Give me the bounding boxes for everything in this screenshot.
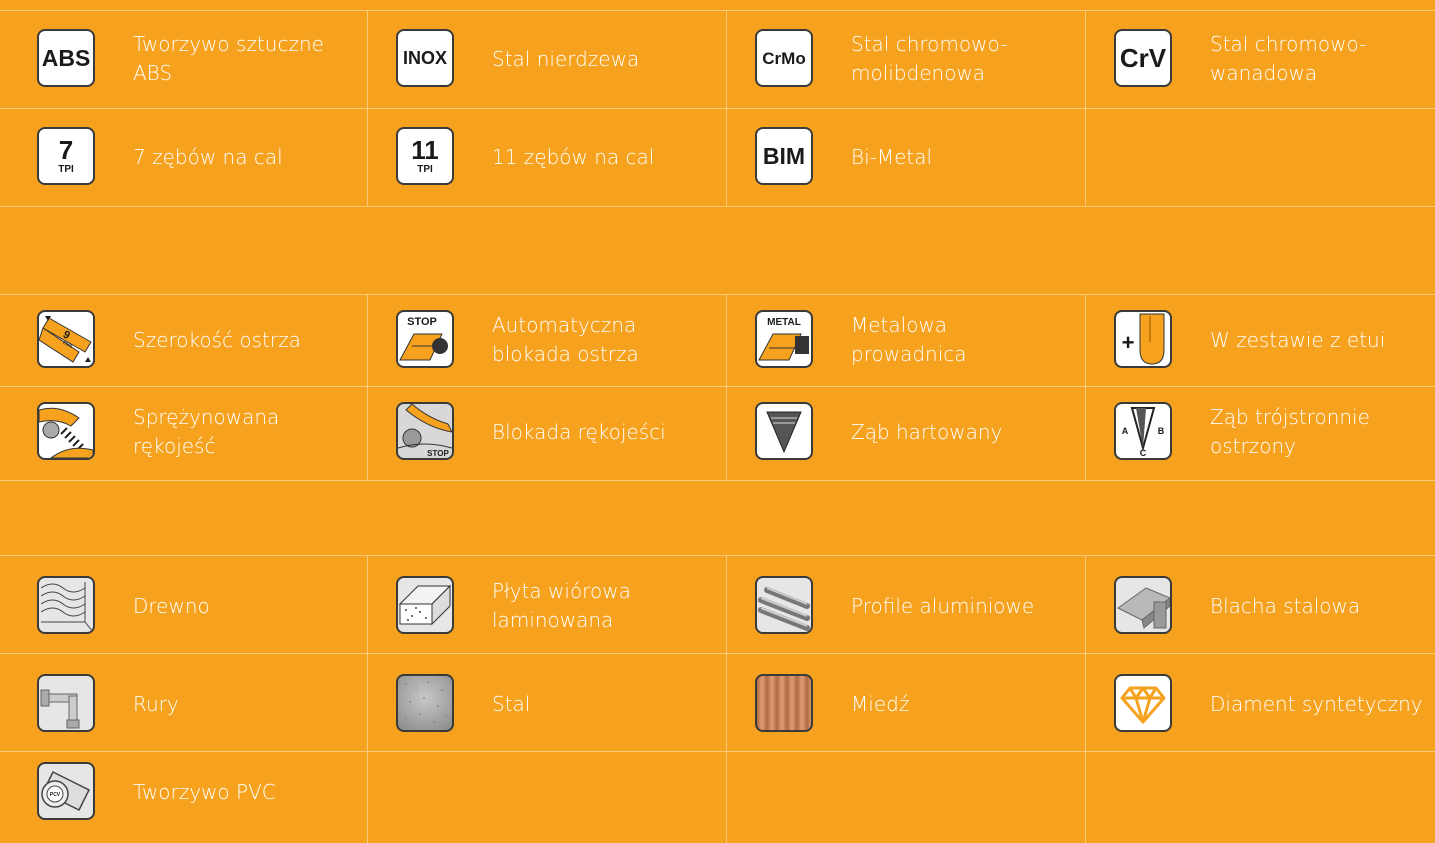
bim-icon: BIM bbox=[755, 127, 813, 185]
legend-label: Sprężynowana rękojeść bbox=[133, 405, 280, 458]
spring-handle-icon bbox=[37, 402, 95, 460]
stop-text: STOP bbox=[427, 449, 449, 458]
pvc-icon: PCV bbox=[37, 762, 95, 820]
legend-item-wood: Drewno bbox=[0, 557, 358, 655]
tooth-letter-b: B bbox=[1158, 426, 1165, 436]
pipes-icon bbox=[37, 674, 95, 732]
blade-width-icon: 9 mm bbox=[37, 310, 95, 368]
legend-label: Stal nierdzewa bbox=[492, 46, 640, 71]
case-included-icon: + bbox=[1114, 310, 1172, 368]
legend-item-spring-handle: Sprężynowana rękojeść bbox=[0, 383, 358, 481]
inox-icon: INOX bbox=[396, 29, 454, 87]
legend-label: Stal chromowo-wanadowa bbox=[1210, 32, 1367, 85]
diamond-icon bbox=[1114, 674, 1172, 732]
legend-item-steel: Stal bbox=[359, 655, 717, 753]
legend-item-handle-lock: STOP Blokada rękojeści bbox=[359, 383, 717, 481]
legend-item-hardened-tooth: Ząb hartowany bbox=[718, 383, 1076, 481]
crmo-icon: CrMo bbox=[755, 29, 813, 87]
legend-item-case: + W zestawie z etui bbox=[1077, 291, 1435, 389]
metal-guide-icon: METAL bbox=[755, 310, 813, 368]
legend-label: W zestawie z etui bbox=[1210, 327, 1386, 352]
divider bbox=[0, 206, 1435, 207]
tooth-letter-a: A bbox=[1122, 426, 1129, 436]
surfaces-section: Drewno Płyta wiórowa laminowana Profile … bbox=[0, 555, 1435, 843]
tpi-7-icon: 7 TPI bbox=[37, 127, 95, 185]
legend-item-auto-blade-lock: STOP Automatyczna blokada ostrza bbox=[359, 291, 717, 389]
legend-label: Miedź bbox=[851, 691, 910, 716]
legend-item-steel-sheet: Blacha stalowa bbox=[1077, 557, 1435, 655]
materials-section: ABS Tworzywo sztuczne ABS INOX Stal nier… bbox=[0, 10, 1435, 207]
legend-item-laminated-board: Płyta wiórowa laminowana bbox=[359, 557, 717, 655]
legend-item-diamond: Diament syntetyczny bbox=[1077, 655, 1435, 753]
crv-icon: CrV bbox=[1114, 29, 1172, 87]
legend-label: Blacha stalowa bbox=[1210, 593, 1361, 618]
steel-icon bbox=[396, 674, 454, 732]
legend-item-crmo: CrMo Stal chromowo-molibdenowa bbox=[718, 10, 1076, 108]
legend-item-pipes: Rury bbox=[0, 655, 358, 753]
steel-sheet-icon bbox=[1114, 576, 1172, 634]
legend-label: Drewno bbox=[133, 593, 210, 618]
legend-item-blade-width: 9 mm Szerokość ostrza bbox=[0, 291, 358, 389]
legend-item-inox: INOX Stal nierdzewa bbox=[359, 10, 717, 108]
stop-text: STOP bbox=[407, 316, 437, 328]
legend-label: 11 zębów na cal bbox=[492, 144, 655, 169]
legend-item-triple-ground-tooth: A B C Ząb trójstronnie ostrzony bbox=[1077, 383, 1435, 481]
divider bbox=[0, 555, 1435, 556]
abs-icon: ABS bbox=[37, 29, 95, 87]
plus-sign: + bbox=[1122, 330, 1135, 355]
legend-label: Ząb trójstronnie ostrzony bbox=[1210, 405, 1370, 458]
legend-label: Bi-Metal bbox=[851, 144, 933, 169]
legend-label: Blokada rękojeści bbox=[492, 419, 666, 444]
legend-item-crv: CrV Stal chromowo-wanadowa bbox=[1077, 10, 1435, 108]
hardened-tooth-icon bbox=[755, 402, 813, 460]
copper-icon bbox=[755, 674, 813, 732]
features-section: 9 mm Szerokość ostrza STOP Automatyczna … bbox=[0, 294, 1435, 481]
wood-icon bbox=[37, 576, 95, 634]
triple-ground-tooth-icon: A B C bbox=[1114, 402, 1172, 460]
legend-item-pvc: PCV Tworzywo PVC bbox=[0, 743, 358, 841]
aluminium-profiles-icon bbox=[755, 576, 813, 634]
legend-item-copper: Miedź bbox=[718, 655, 1076, 753]
legend-label: 7 zębów na cal bbox=[133, 144, 283, 169]
legend-label: Tworzywo PVC bbox=[133, 779, 276, 804]
legend-label: Płyta wiórowa laminowana bbox=[492, 579, 631, 632]
legend-label: Metalowa prowadnica bbox=[851, 313, 967, 366]
legend-label: Automatyczna blokada ostrza bbox=[492, 313, 639, 366]
legend-label: Tworzywo sztuczne ABS bbox=[133, 32, 324, 85]
laminated-board-icon bbox=[396, 576, 454, 634]
legend-item-metal-guide: METAL Metalowa prowadnica bbox=[718, 291, 1076, 389]
handle-lock-icon: STOP bbox=[396, 402, 454, 460]
legend-item-aluminium-profiles: Profile aluminiowe bbox=[718, 557, 1076, 655]
legend-label: Diament syntetyczny bbox=[1210, 691, 1423, 716]
tooth-letter-c: C bbox=[1140, 448, 1147, 458]
legend-item-abs: ABS Tworzywo sztuczne ABS bbox=[0, 10, 358, 108]
legend-item-11-tpi: 11 TPI 11 zębów na cal bbox=[359, 108, 717, 206]
legend-item-bim: BIM Bi-Metal bbox=[718, 108, 1076, 206]
legend-label: Szerokość ostrza bbox=[133, 327, 301, 352]
metal-text: METAL bbox=[767, 317, 801, 328]
pvc-text: PCV bbox=[50, 792, 61, 798]
legend-item-7-tpi: 7 TPI 7 zębów na cal bbox=[0, 108, 358, 206]
legend-label: Rury bbox=[133, 691, 179, 716]
legend-label: Stal bbox=[492, 691, 531, 716]
legend-label: Profile aluminiowe bbox=[851, 593, 1035, 618]
legend-label: Ząb hartowany bbox=[851, 419, 1003, 444]
blade-lock-icon: STOP bbox=[396, 310, 454, 368]
legend-label: Stal chromowo-molibdenowa bbox=[851, 32, 1008, 85]
tpi-11-icon: 11 TPI bbox=[396, 127, 454, 185]
